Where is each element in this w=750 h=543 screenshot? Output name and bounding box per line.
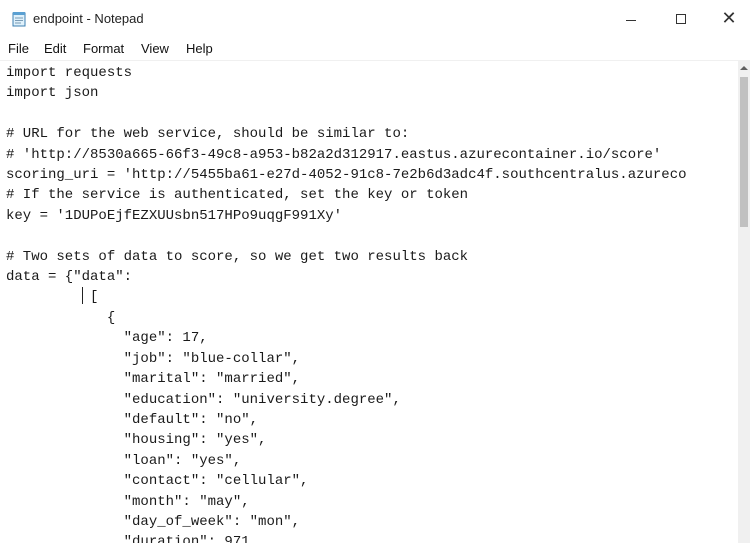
editor-line: "loan": "yes",	[6, 452, 242, 469]
editor-line: {	[6, 309, 116, 326]
editor-line: "day_of_week": "mon",	[6, 513, 301, 530]
menu-view[interactable]: View	[141, 41, 169, 56]
editor-line: import requests	[6, 65, 133, 81]
editor-line: "contact": "cellular",	[6, 473, 309, 490]
editor-line: "default": "no",	[6, 411, 259, 428]
maximize-button[interactable]	[658, 0, 704, 38]
editor-line: [	[6, 289, 99, 306]
chevron-up-icon	[740, 66, 748, 70]
editor-line: "housing": "yes",	[6, 432, 267, 449]
editor-line: # 'http://8530a665-66f3-49c8-a953-b82a2d…	[6, 146, 662, 163]
scroll-up-button[interactable]	[738, 60, 750, 76]
editor-line: # URL for the web service, should be sim…	[6, 126, 410, 143]
editor-line: "marital": "married",	[6, 371, 301, 388]
maximize-icon	[676, 14, 686, 24]
editor-line: "age": 17,	[6, 330, 208, 347]
notepad-window: endpoint - Notepad ✕ File Edit Format Vi…	[0, 0, 750, 543]
editor-line: # If the service is authenticated, set t…	[6, 187, 469, 204]
close-icon: ✕	[721, 8, 737, 29]
title-bar[interactable]: endpoint - Notepad ✕	[0, 0, 750, 38]
minimize-icon	[626, 19, 636, 21]
editor-line: "education": "university.degree",	[6, 391, 401, 408]
editor-line: key = '1DUPoEjfEZXUUsbn517HPo9uqgF991Xy'	[6, 207, 343, 224]
minimize-button[interactable]	[608, 0, 654, 38]
vertical-scrollbar[interactable]	[738, 60, 750, 543]
editor-text[interactable]: import requests import json # URL for th…	[6, 63, 687, 543]
text-caret	[82, 287, 83, 304]
editor-line: "job": "blue-collar",	[6, 350, 301, 367]
editor-line: scoring_uri = 'http://5455ba61-e27d-4052…	[6, 167, 687, 184]
menu-file[interactable]: File	[8, 41, 29, 56]
editor-line: # Two sets of data to score, so we get t…	[6, 248, 469, 265]
menu-edit[interactable]: Edit	[44, 41, 66, 56]
close-button[interactable]: ✕	[706, 0, 750, 38]
editor-line: import json	[6, 85, 99, 102]
editor-line: data = {"data":	[6, 269, 133, 286]
text-editor[interactable]: import requests import json # URL for th…	[0, 60, 738, 543]
window-title: endpoint - Notepad	[33, 11, 144, 26]
editor-line: "month": "may",	[6, 493, 250, 510]
editor-line: "duration": 971,	[6, 534, 259, 543]
menu-bar: File Edit Format View Help	[0, 38, 750, 60]
scroll-thumb[interactable]	[740, 77, 748, 227]
menu-help[interactable]: Help	[186, 41, 213, 56]
notepad-icon	[12, 11, 26, 27]
menu-format[interactable]: Format	[83, 41, 124, 56]
